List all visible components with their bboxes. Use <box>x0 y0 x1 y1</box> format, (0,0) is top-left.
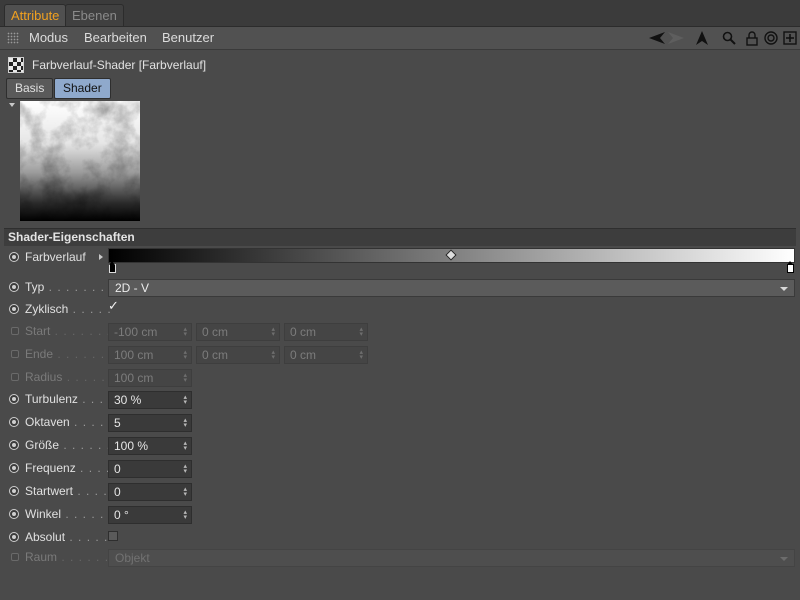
winkel-field[interactable]: 0 ° ▴ ▾ <box>108 506 192 524</box>
label-zyklisch: Zyklisch . . . . . <box>25 302 112 316</box>
target-icon[interactable] <box>763 29 779 47</box>
label-farbverlauf: Farbverlauf <box>25 250 86 264</box>
lock-icon[interactable] <box>745 29 759 47</box>
forward-arrow-icon[interactable] <box>667 29 685 47</box>
animate-toggle[interactable] <box>9 252 19 262</box>
label-frequenz: Frequenz . . . . <box>25 461 111 475</box>
row-radius: Radius . . . . . . 100 cm ▴ ▾ <box>0 368 800 388</box>
object-title-row: Farbverlauf-Shader [Farbverlauf] <box>8 56 206 74</box>
animate-toggle[interactable] <box>9 394 19 404</box>
row-start: Start . . . . . . . . -100 cm ▴ ▾ 0 cm ▴ ▾ 0… <box>0 322 800 342</box>
panel-tab-bar: Attribute Ebenen <box>0 0 800 27</box>
startwert-field[interactable]: 0 ▴ ▾ <box>108 483 192 501</box>
raum-dropdown[interactable]: Objekt <box>108 549 795 567</box>
search-icon[interactable] <box>721 29 737 47</box>
label-absolut: Absolut . . . . . . <box>25 530 118 544</box>
typ-value: 2D - V <box>115 281 150 295</box>
ende-y-field[interactable]: 0 cm ▴ ▾ <box>196 346 280 364</box>
label-startwert: Startwert . . . . <box>25 484 108 498</box>
chevron-down-icon <box>780 287 788 291</box>
label-winkel: Winkel . . . . . . <box>25 507 114 521</box>
label-turbulenz: Turbulenz . . . . <box>25 392 113 406</box>
collapse-triangle-icon[interactable] <box>9 103 15 107</box>
add-icon[interactable] <box>782 29 798 47</box>
ende-z-field[interactable]: 0 cm ▴ ▾ <box>284 346 368 364</box>
animate-toggle[interactable] <box>9 417 19 427</box>
menu-benutzer[interactable]: Benutzer <box>162 30 214 45</box>
start-z-field[interactable]: 0 cm ▴ ▾ <box>284 323 368 341</box>
label-radius: Radius . . . . . . <box>25 370 115 384</box>
animate-toggle[interactable] <box>11 373 19 381</box>
section-header: Shader-Eigenschaften <box>4 228 796 246</box>
object-title: Farbverlauf-Shader [Farbverlauf] <box>32 58 207 72</box>
animate-toggle[interactable] <box>9 304 19 314</box>
shader-preview <box>20 101 140 221</box>
row-frequenz: Frequenz . . . . 0 ▴ ▾ <box>0 459 800 479</box>
raum-value: Objekt <box>115 551 150 565</box>
ende-x-field[interactable]: 100 cm ▴ ▾ <box>108 346 192 364</box>
animate-toggle[interactable] <box>11 327 19 335</box>
label-start: Start . . . . . . . . <box>25 324 120 338</box>
animate-toggle[interactable] <box>9 463 19 473</box>
animate-toggle[interactable] <box>9 440 19 450</box>
animate-toggle[interactable] <box>9 532 19 542</box>
checkmark-icon: ✓ <box>108 298 119 313</box>
gradient-knot-black[interactable] <box>109 261 116 273</box>
menu-bearbeiten[interactable]: Bearbeiten <box>84 30 147 45</box>
menu-modus[interactable]: Modus <box>29 30 68 45</box>
section-title: Shader-Eigenschaften <box>8 230 135 244</box>
start-x-field[interactable]: -100 cm ▴ ▾ <box>108 323 192 341</box>
label-groesse: Größe . . . . . . . <box>25 438 120 452</box>
animate-toggle[interactable] <box>9 282 19 292</box>
tab-attribute[interactable]: Attribute <box>4 4 67 26</box>
radius-field[interactable]: 100 cm ▴ ▾ <box>108 369 192 387</box>
zyklisch-checkbox[interactable]: ✓ <box>108 298 119 313</box>
gradient-knot-white[interactable] <box>787 261 794 273</box>
row-turbulenz: Turbulenz . . . . 30 % ▴ ▾ <box>0 390 800 410</box>
back-arrow-icon[interactable] <box>648 29 666 47</box>
tab-basis[interactable]: Basis <box>6 78 54 99</box>
animate-toggle[interactable] <box>11 553 19 561</box>
row-raum: Raum . . . . . . . . Objekt <box>0 548 800 568</box>
tab-ebenen[interactable]: Ebenen <box>65 4 124 26</box>
animate-toggle[interactable] <box>9 509 19 519</box>
label-oktaven: Oktaven . . . . . <box>25 415 114 429</box>
animate-toggle[interactable] <box>9 486 19 496</box>
groesse-field[interactable]: 100 % ▴ ▾ <box>108 437 192 455</box>
checker-icon <box>8 57 24 73</box>
row-groesse: Größe . . . . . . . 100 % ▴ ▾ <box>0 436 800 456</box>
frequenz-field[interactable]: 0 ▴ ▾ <box>108 460 192 478</box>
chevron-down-icon <box>780 557 788 561</box>
start-y-field[interactable]: 0 cm ▴ ▾ <box>196 323 280 341</box>
absolut-checkbox[interactable] <box>108 531 118 541</box>
animate-toggle[interactable] <box>11 350 19 358</box>
grip-icon[interactable] <box>7 32 19 44</box>
row-absolut: Absolut . . . . . . <box>0 528 800 548</box>
expand-arrow-icon[interactable] <box>99 254 103 260</box>
turbulenz-field[interactable]: 30 % ▴ ▾ <box>108 391 192 409</box>
row-zyklisch: Zyklisch . . . . . ✓ <box>0 298 800 320</box>
row-winkel: Winkel . . . . . . 0 ° ▴ ▾ <box>0 505 800 525</box>
row-ende: Ende . . . . . . . . 100 cm ▴ ▾ 0 cm ▴ ▾ 0 c… <box>0 345 800 365</box>
menu-bar: Modus Bearbeiten Benutzer <box>0 27 800 50</box>
pointer-up-icon[interactable] <box>694 29 710 47</box>
oktaven-field[interactable]: 5 ▴ ▾ <box>108 414 192 432</box>
row-typ: Typ . . . . . . . . . . 2D - V <box>0 278 800 298</box>
row-oktaven: Oktaven . . . . . 5 ▴ ▾ <box>0 413 800 433</box>
typ-dropdown[interactable]: 2D - V <box>108 279 795 297</box>
tab-shader[interactable]: Shader <box>54 78 111 99</box>
row-startwert: Startwert . . . . 0 ▴ ▾ <box>0 482 800 502</box>
